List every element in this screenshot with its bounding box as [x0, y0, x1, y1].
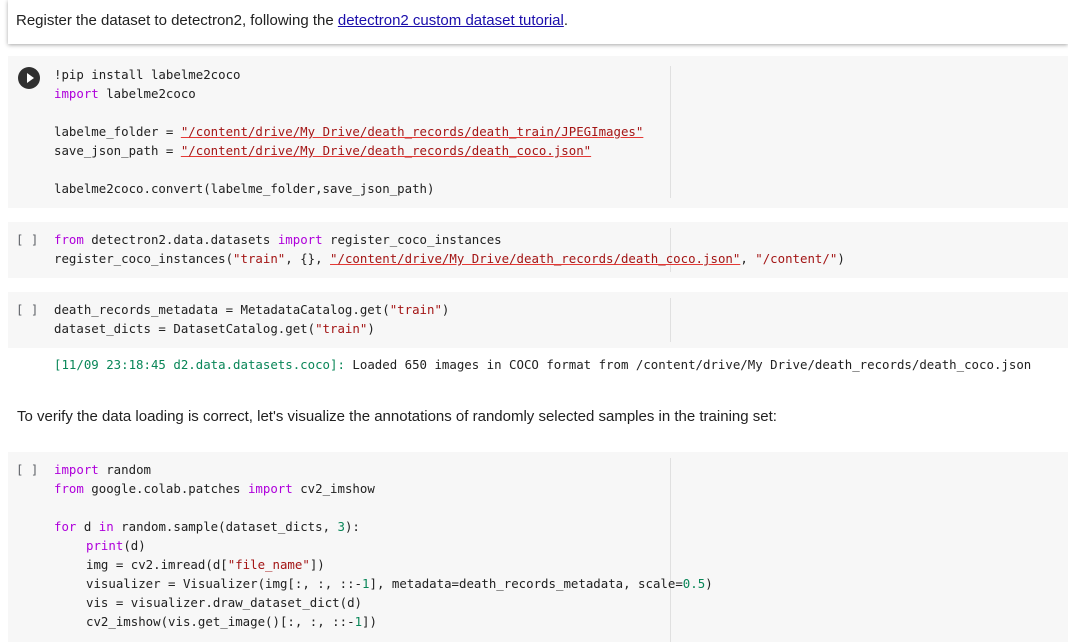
code-line: for d in random.sample(dataset_dicts, 3)… — [54, 519, 360, 534]
line-length-ruler — [670, 66, 671, 198]
code-line: labelme2coco.convert(labelme_folder,save… — [54, 181, 435, 196]
code-line: print(d) — [86, 538, 146, 553]
cell-run-bracket[interactable]: [ ] — [16, 232, 38, 247]
code-line: save_json_path = "/content/drive/My Driv… — [54, 143, 592, 158]
code-line: labelme_folder = "/content/drive/My Driv… — [54, 124, 644, 139]
intro-text: Register the dataset to detectron2, foll… — [16, 12, 568, 29]
play-icon — [26, 73, 34, 83]
code-cell-2[interactable] — [8, 222, 1068, 278]
code-line: !pip install labelme2coco — [54, 67, 241, 82]
markdown-cell-intro[interactable]: Register the dataset to detectron2, foll… — [8, 0, 1068, 44]
code-cell-3[interactable] — [8, 292, 1068, 348]
intro-text-before: Register the dataset to detectron2, foll… — [16, 12, 338, 29]
code-line: visualizer = Visualizer(img[:, :, ::-1],… — [86, 576, 713, 591]
line-length-ruler — [670, 298, 671, 342]
code-line: import random — [54, 462, 151, 477]
cell-run-bracket[interactable]: [ ] — [16, 302, 38, 317]
code-line: from detectron2.data.datasets import reg… — [54, 232, 502, 247]
code-line: death_records_metadata = MetadataCatalog… — [54, 302, 450, 317]
line-length-ruler — [670, 458, 671, 642]
tutorial-link[interactable]: detectron2 custom dataset tutorial — [338, 12, 564, 29]
cell-run-bracket[interactable]: [ ] — [16, 462, 38, 477]
run-cell-button[interactable] — [18, 67, 40, 89]
code-line: vis = visualizer.draw_dataset_dict(d) — [86, 595, 363, 610]
code-line: register_coco_instances("train", {}, "/c… — [54, 251, 845, 266]
markdown-text: To verify the data loading is correct, l… — [17, 408, 777, 425]
code-line: from google.colab.patches import cv2_ims… — [54, 481, 375, 496]
code-line: import labelme2coco — [54, 86, 196, 101]
intro-text-after: . — [563, 12, 569, 29]
code-line: img = cv2.imread(d["file_name"]) — [86, 557, 325, 572]
code-line: dataset_dicts = DatasetCatalog.get("trai… — [54, 321, 375, 336]
code-line: cv2_imshow(vis.get_image()[:, :, ::-1]) — [86, 614, 377, 629]
cell-output: [11/09 23:18:45 d2.data.datasets.coco]: … — [54, 357, 1032, 372]
